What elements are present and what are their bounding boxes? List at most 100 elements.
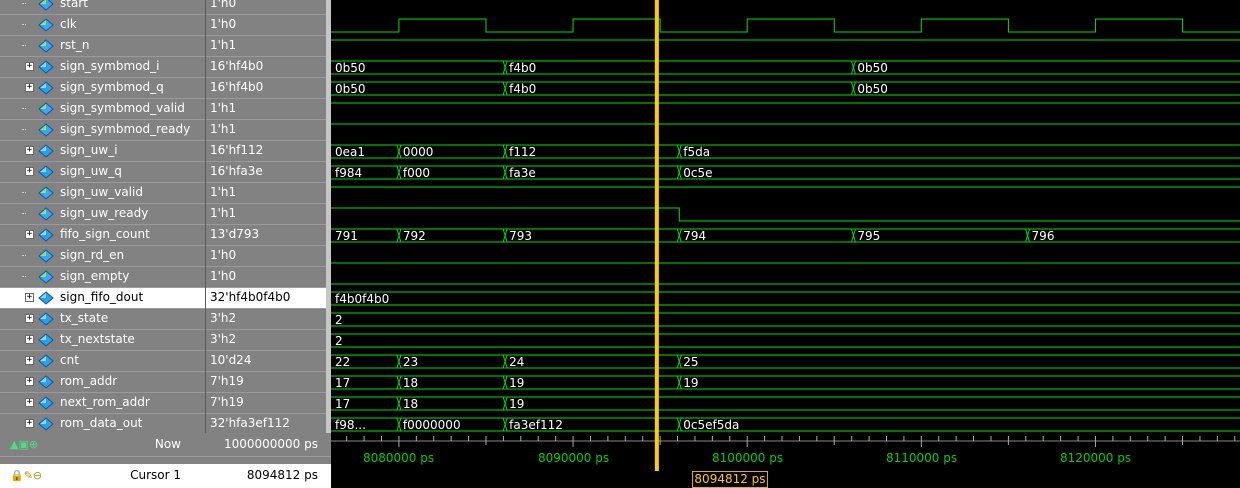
tree-connector: [22, 255, 26, 257]
expand-icon[interactable]: +: [25, 377, 34, 386]
cursor-time-flag[interactable]: 8094812 ps: [692, 471, 768, 488]
signal-row[interactable]: sign_symbmod_ready: [0, 120, 206, 141]
signal-row[interactable]: clk: [0, 15, 206, 36]
signal-row[interactable]: + rom_data_out: [0, 414, 206, 435]
signal-type-icon: [38, 312, 54, 326]
signal-value-row[interactable]: 16'hf112: [206, 141, 326, 162]
signal-row[interactable]: + sign_fifo_dout: [0, 288, 206, 309]
expand-icon[interactable]: +: [25, 314, 34, 323]
signal-value-row[interactable]: 1'h0: [206, 0, 326, 15]
signal-type-icon: [38, 270, 54, 284]
signal-value-row[interactable]: 1'h0: [206, 246, 326, 267]
signal-value-row[interactable]: 7'h19: [206, 393, 326, 414]
pane-divider[interactable]: [205, 0, 206, 488]
signal-row[interactable]: + sign_uw_q: [0, 162, 206, 183]
signal-type-icon: [38, 102, 54, 116]
signal-value-row[interactable]: 1'h1: [206, 99, 326, 120]
signal-row[interactable]: sign_empty: [0, 267, 206, 288]
signal-type-icon: [38, 123, 54, 137]
now-toolbar-icons[interactable]: ▲▣⊕: [10, 438, 38, 451]
signal-row[interactable]: + tx_nextstate: [0, 330, 206, 351]
signal-row[interactable]: sign_uw_ready: [0, 204, 206, 225]
bus-value-label: f98...: [335, 418, 366, 432]
signal-value-row[interactable]: 16'hf4b0: [206, 57, 326, 78]
wave-tx_state[interactable]: 2: [331, 312, 1240, 327]
cursor-row[interactable]: 🔒✎⊖ Cursor 1 8094812 ps: [0, 464, 331, 488]
wave-clk[interactable]: [331, 18, 1240, 33]
signal-name: sign_symbmod_valid: [60, 101, 185, 115]
signal-value-row[interactable]: 3'h2: [206, 330, 326, 351]
wave-next_rom_addr[interactable]: 17 18 19: [331, 396, 1240, 411]
signal-type-icon: [38, 396, 54, 410]
expand-icon[interactable]: +: [25, 146, 34, 155]
expand-icon[interactable]: +: [25, 62, 34, 71]
signal-row[interactable]: + sign_uw_i: [0, 141, 206, 162]
signal-value-row[interactable]: 1'h0: [206, 15, 326, 36]
signal-row[interactable]: sign_uw_valid: [0, 183, 206, 204]
cursor-label: Cursor 1: [130, 468, 181, 482]
wave-rom_data_out[interactable]: f98... f0000000 fa3ef112 0c5ef5da: [331, 417, 1240, 432]
cursor-line[interactable]: [654, 0, 659, 433]
signal-value-row[interactable]: 32'hf4b0f4b0: [206, 288, 326, 309]
signal-value-row[interactable]: 1'h1: [206, 36, 326, 57]
signal-value-row[interactable]: 3'h2: [206, 309, 326, 330]
wave-sign_uw_ready[interactable]: [331, 207, 1240, 222]
expand-icon[interactable]: +: [25, 356, 34, 365]
wave-cnt[interactable]: 22 23 24 25: [331, 354, 1240, 369]
tree-connector: [22, 213, 26, 215]
wave-tx_nextstate[interactable]: 2: [331, 333, 1240, 348]
signal-type-icon: [38, 375, 54, 389]
timeline-label: 8090000 ps: [538, 451, 610, 465]
wave-sign_symbmod_q[interactable]: 0b50 f4b0 0b50: [331, 81, 1240, 96]
wave-sign_uw_q[interactable]: f984 f000 fa3e 0c5e: [331, 165, 1240, 180]
signal-row[interactable]: + sign_symbmod_q: [0, 78, 206, 99]
signal-name: sign_symbmod_ready: [60, 122, 191, 136]
expand-icon[interactable]: +: [25, 230, 34, 239]
wave-sign_uw_i[interactable]: 0ea1 0000 f112 f5da: [331, 144, 1240, 159]
signal-value-row[interactable]: 13'd793: [206, 225, 326, 246]
signal-value-row[interactable]: 1'h1: [206, 120, 326, 141]
signal-row[interactable]: start: [0, 0, 206, 15]
signal-name: cnt: [60, 353, 79, 367]
signal-value: 16'hf112: [210, 143, 264, 157]
signal-value-pane: 1'h0 1'h0 1'h1 16'hf4b0 16'hf4b0 1'h1 1'h1 16'h…: [206, 0, 326, 435]
signal-row[interactable]: sign_rd_en: [0, 246, 206, 267]
wave-rom_addr[interactable]: 17 18 19 19: [331, 375, 1240, 390]
signal-row[interactable]: + tx_state: [0, 309, 206, 330]
waveform-area[interactable]: 0b50 f4b0 0b50 0b50 f4b0 0b50 0ea1 0000 f112 f5da…: [331, 0, 1240, 433]
expand-icon[interactable]: +: [25, 293, 34, 302]
expand-icon[interactable]: +: [25, 83, 34, 92]
wave-sign_fifo_dout[interactable]: f4b0f4b0: [331, 291, 1240, 306]
signal-name: sign_uw_i: [60, 143, 118, 157]
expand-icon[interactable]: +: [25, 398, 34, 407]
signal-value: 1'h1: [210, 101, 237, 115]
signal-value-row[interactable]: 7'h19: [206, 372, 326, 393]
signal-row[interactable]: rst_n: [0, 36, 206, 57]
signal-row[interactable]: + rom_addr: [0, 372, 206, 393]
cursor-toolbar-icons[interactable]: 🔒✎⊖: [10, 469, 42, 482]
wave-fifo_sign_count[interactable]: 791 792 793 794 795 796: [331, 228, 1240, 243]
signal-value-row[interactable]: 1'h0: [206, 267, 326, 288]
signal-value: 13'd793: [210, 227, 260, 241]
signal-value: 16'hf4b0: [210, 80, 264, 94]
signal-value-row[interactable]: 10'd24: [206, 351, 326, 372]
expand-icon[interactable]: +: [25, 419, 34, 428]
signal-value-row[interactable]: 16'hf4b0: [206, 78, 326, 99]
bus-value-label: 796: [1032, 229, 1055, 243]
signal-row[interactable]: sign_symbmod_valid: [0, 99, 206, 120]
wave-sign_symbmod_i[interactable]: 0b50 f4b0 0b50: [331, 60, 1240, 75]
expand-icon[interactable]: +: [25, 335, 34, 344]
tree-connector: [22, 129, 26, 131]
signal-row[interactable]: + next_rom_addr: [0, 393, 206, 414]
signal-row[interactable]: + fifo_sign_count: [0, 225, 206, 246]
signal-value-row[interactable]: 16'hfa3e: [206, 162, 326, 183]
expand-icon[interactable]: +: [25, 167, 34, 176]
signal-value-row[interactable]: 32'hfa3ef112: [206, 414, 326, 435]
signal-value: 1'h0: [210, 17, 237, 31]
signal-row[interactable]: + sign_symbmod_i: [0, 57, 206, 78]
bus-value-label: f5da: [683, 145, 710, 159]
signal-value-row[interactable]: 1'h1: [206, 204, 326, 225]
signal-row[interactable]: + cnt: [0, 351, 206, 372]
cursor-line-ruler[interactable]: [654, 433, 659, 471]
signal-value-row[interactable]: 1'h1: [206, 183, 326, 204]
